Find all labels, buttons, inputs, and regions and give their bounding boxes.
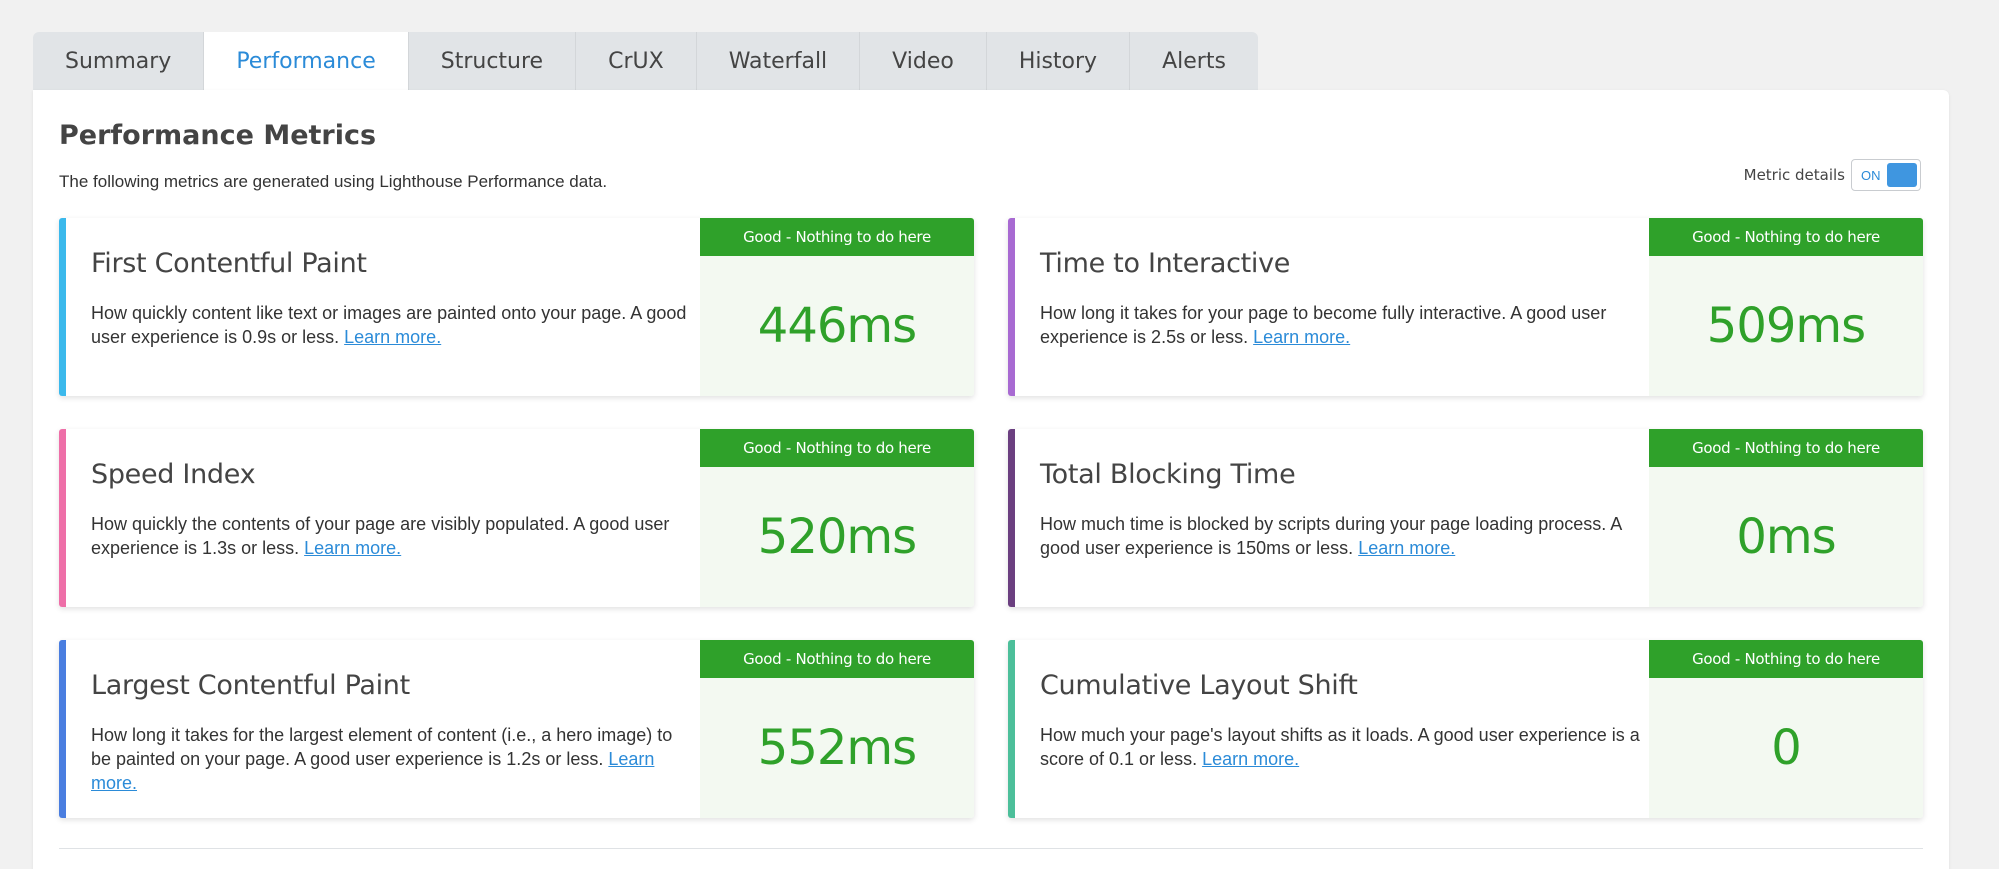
tab-performance[interactable]: Performance [204,32,409,90]
metric-score-box: Good - Nothing to do here 509ms [1649,218,1923,396]
metric-details-control: Metric details ON [1744,159,1921,191]
metric-title: Largest Contentful Paint [91,670,410,701]
metric-value: 0 [1771,720,1802,776]
tab-bar: Summary Performance Structure CrUX Water… [33,32,1258,90]
metric-card-first-contentful-paint: First Contentful Paint How quickly conte… [59,218,974,396]
card-accent-bar [1008,429,1015,607]
card-accent-bar [59,640,66,818]
metric-title: Cumulative Layout Shift [1040,670,1358,701]
metric-score-box: Good - Nothing to do here 552ms [700,640,974,818]
metric-card-cumulative-layout-shift: Cumulative Layout Shift How much your pa… [1008,640,1923,818]
performance-panel: Performance Metrics The following metric… [33,90,1949,869]
metric-value: 446ms [757,298,917,354]
status-badge: Good - Nothing to do here [700,429,974,467]
learn-more-link[interactable]: Learn more. [344,327,441,347]
tab-structure[interactable]: Structure [408,32,577,90]
metric-title: First Contentful Paint [91,248,367,279]
metric-description: How much time is blocked by scripts duri… [1040,512,1645,560]
metric-card-total-blocking-time: Total Blocking Time How much time is blo… [1008,429,1923,607]
panel-title: Performance Metrics [59,120,377,151]
learn-more-link[interactable]: Learn more. [304,538,401,558]
metric-score-box: Good - Nothing to do here 446ms [700,218,974,396]
metric-card-time-to-interactive: Time to Interactive How long it takes fo… [1008,218,1923,396]
metric-score-box: Good - Nothing to do here 0ms [1649,429,1923,607]
tab-alerts[interactable]: Alerts [1130,32,1258,90]
metric-details-toggle[interactable]: ON [1851,159,1921,191]
metric-details-label: Metric details [1743,166,1845,184]
section-divider [59,848,1923,849]
metric-description: How long it takes for your page to becom… [1040,301,1645,349]
metric-title: Time to Interactive [1040,248,1291,279]
status-badge: Good - Nothing to do here [1649,218,1923,256]
panel-description: The following metrics are generated usin… [59,172,608,191]
tab-crux[interactable]: CrUX [576,32,697,90]
card-accent-bar [1008,640,1015,818]
metric-card-speed-index: Speed Index How quickly the contents of … [59,429,974,607]
status-badge: Good - Nothing to do here [1649,429,1923,467]
metric-description: How quickly the contents of your page ar… [91,512,696,560]
learn-more-link[interactable]: Learn more. [1358,538,1455,558]
tab-waterfall[interactable]: Waterfall [696,32,861,90]
card-accent-bar [59,218,66,396]
learn-more-link[interactable]: Learn more. [1202,749,1299,769]
metric-description-text: How long it takes for the largest elemen… [91,725,673,769]
status-badge: Good - Nothing to do here [1649,640,1923,678]
metric-card-largest-contentful-paint: Largest Contentful Paint How long it tak… [59,640,974,818]
metric-description: How much your page's layout shifts as it… [1040,723,1645,771]
metric-description: How quickly content like text or images … [91,301,696,349]
metric-value: 0ms [1736,509,1836,565]
status-badge: Good - Nothing to do here [700,218,974,256]
learn-more-link[interactable]: Learn more. [1253,327,1350,347]
metric-value: 509ms [1706,298,1866,354]
card-accent-bar [1008,218,1015,396]
toggle-knob [1887,163,1917,187]
metric-value: 520ms [757,509,917,565]
status-badge: Good - Nothing to do here [700,640,974,678]
metric-score-box: Good - Nothing to do here 520ms [700,429,974,607]
card-accent-bar [59,429,66,607]
metric-description: How long it takes for the largest elemen… [91,723,696,795]
toggle-state-text: ON [1861,167,1881,183]
tab-history[interactable]: History [986,32,1131,90]
tab-summary[interactable]: Summary [33,32,205,90]
metric-title: Total Blocking Time [1040,459,1296,490]
metric-title: Speed Index [91,459,256,490]
metric-value: 552ms [757,720,917,776]
metric-score-box: Good - Nothing to do here 0 [1649,640,1923,818]
metric-description-text: How much your page's layout shifts as it… [1040,725,1640,769]
metric-description-text: How much time is blocked by scripts duri… [1040,514,1622,558]
tab-video[interactable]: Video [860,32,987,90]
